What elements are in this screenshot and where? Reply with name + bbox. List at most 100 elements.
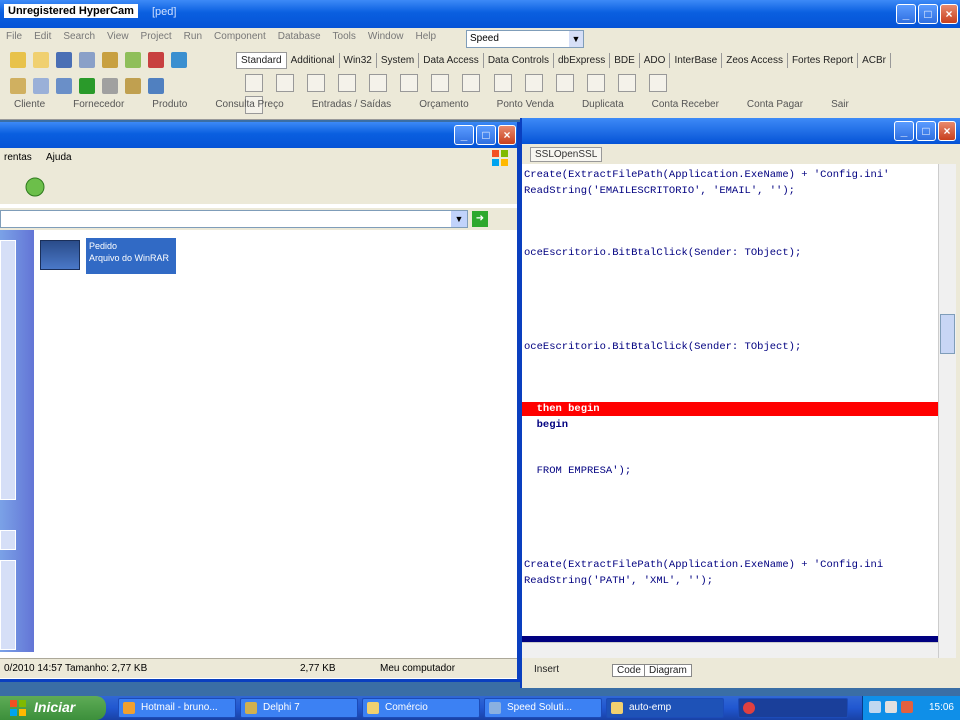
task-comercio[interactable]: Comércio [362,698,480,718]
code-line[interactable]: oceEscritorio.BitBtalClick(Sender: TObje… [522,246,938,260]
menu-item[interactable]: Search [57,28,101,45]
view-unit-icon[interactable] [10,78,26,94]
palette-tab[interactable]: System [377,53,420,68]
combobox-icon[interactable] [586,74,605,92]
security-icon[interactable] [901,701,913,713]
volume-icon[interactable] [885,701,897,713]
run-icon[interactable] [79,78,96,94]
explorer-titlebar[interactable]: _ □ × [0,122,517,148]
code-line[interactable] [522,230,938,244]
editor-minimize-button[interactable]: _ [894,121,914,141]
code-line[interactable] [522,199,938,213]
mainmenu-icon[interactable] [307,74,326,92]
chevron-down-icon[interactable]: ▼ [451,211,467,227]
close-button[interactable]: × [940,4,958,24]
save-all-icon[interactable] [79,52,96,68]
remove-file-icon[interactable] [148,52,165,68]
code-line[interactable] [522,542,938,556]
menu-item[interactable]: Run [178,28,208,45]
code-line[interactable] [522,620,938,634]
task-autoemp[interactable]: auto-emp [606,698,724,718]
code-line[interactable]: ReadString('EMAILESCRITORIO', 'EMAIL', '… [522,184,938,198]
palette-tab[interactable]: dbExpress [554,53,611,68]
save-icon[interactable] [56,52,73,68]
palette-tab[interactable]: Standard [236,52,287,69]
editor-vertical-scrollbar[interactable] [938,164,956,658]
file-item[interactable]: Pedido Arquivo do WinRAR [40,238,180,274]
palette-tab[interactable]: ACBr [858,53,891,68]
speed-dropdown[interactable]: Speed ▼ [466,30,584,48]
menu-favoritos[interactable]: rentas [4,152,32,163]
palette-tab[interactable]: InterBase [670,53,723,68]
code-line[interactable] [522,386,938,400]
edit-icon[interactable] [400,74,419,92]
shortcut-button[interactable]: Produto [138,98,201,111]
popupmenu-icon[interactable] [338,74,357,92]
code-line[interactable] [522,355,938,369]
code-tab[interactable]: Code [612,664,646,677]
palette-tab[interactable]: Fortes Report [788,53,859,68]
button-icon[interactable] [462,74,481,92]
scroll-thumb[interactable] [940,314,955,354]
open-project-icon[interactable] [102,52,119,68]
groupbox-icon[interactable] [648,74,667,92]
folders-icon[interactable] [24,176,46,198]
new-icon[interactable] [10,52,26,68]
task-delphi[interactable]: Delphi 7 [240,698,358,718]
toggle-icon[interactable] [56,78,73,94]
code-line[interactable] [522,324,938,338]
code-line[interactable]: ReadString('PATH', 'XML', ''); [522,574,938,588]
shortcut-button[interactable]: Consulta Preço [201,98,297,111]
editor-titlebar[interactable]: _ □ × [522,118,960,144]
shortcut-button[interactable]: Ponto Venda [483,98,568,111]
maximize-button[interactable]: □ [918,4,938,24]
add-file-icon[interactable] [125,52,142,68]
code-line[interactable] [522,511,938,525]
palette-tab[interactable]: Zeos Access [722,53,788,68]
shortcut-button[interactable]: Sair [817,98,863,111]
minimize-button[interactable]: _ [896,4,916,24]
code-line[interactable] [522,215,938,229]
code-line[interactable] [522,480,938,494]
code-line[interactable] [522,433,938,447]
code-line[interactable] [522,308,938,322]
code-line[interactable]: oceEscritorio.BitBtalClick(Sender: TObje… [522,340,938,354]
editor-tab[interactable]: SSLOpenSSL [530,147,603,162]
shortcut-button[interactable]: Duplicata [568,98,638,111]
palette-tab[interactable]: Data Access [419,53,484,68]
radiobutton-icon[interactable] [524,74,543,92]
shortcut-button[interactable]: Orçamento [405,98,482,111]
code-line[interactable] [522,293,938,307]
go-arrow-icon[interactable]: ➜ [472,211,488,227]
code-line[interactable] [522,605,938,619]
pause-icon[interactable] [102,78,119,94]
explorer-minimize-button[interactable]: _ [454,125,474,145]
code-line[interactable] [522,589,938,603]
diagram-tab[interactable]: Diagram [644,664,692,677]
label-icon[interactable] [369,74,388,92]
palette-tab[interactable]: Additional [287,53,340,68]
code-line[interactable]: then begin [522,402,938,416]
pointer-icon[interactable] [245,74,263,92]
code-line[interactable] [522,277,938,291]
task-speed[interactable]: Speed Soluti... [484,698,602,718]
task-hotmail[interactable]: Hotmail - bruno... [118,698,236,718]
address-input[interactable]: ▼ [0,210,468,228]
menu-item[interactable]: View [101,28,135,45]
palette-tab[interactable]: ADO [640,53,671,68]
palette-tab[interactable]: Data Controls [484,53,554,68]
shortcut-button[interactable]: Conta Receber [638,98,733,111]
menu-item[interactable]: Project [135,28,178,45]
palette-tab[interactable]: BDE [610,53,640,68]
code-line[interactable] [522,527,938,541]
help-icon[interactable] [171,52,188,68]
start-button[interactable]: Iniciar [0,696,106,720]
menu-item[interactable]: Component [208,28,272,45]
code-line[interactable] [522,449,938,463]
code-line[interactable] [522,262,938,276]
open-icon[interactable] [33,52,50,68]
step-over-icon[interactable] [148,78,165,94]
menu-item[interactable]: Window [362,28,410,45]
listbox-icon[interactable] [555,74,574,92]
menu-item[interactable]: File [0,28,28,45]
